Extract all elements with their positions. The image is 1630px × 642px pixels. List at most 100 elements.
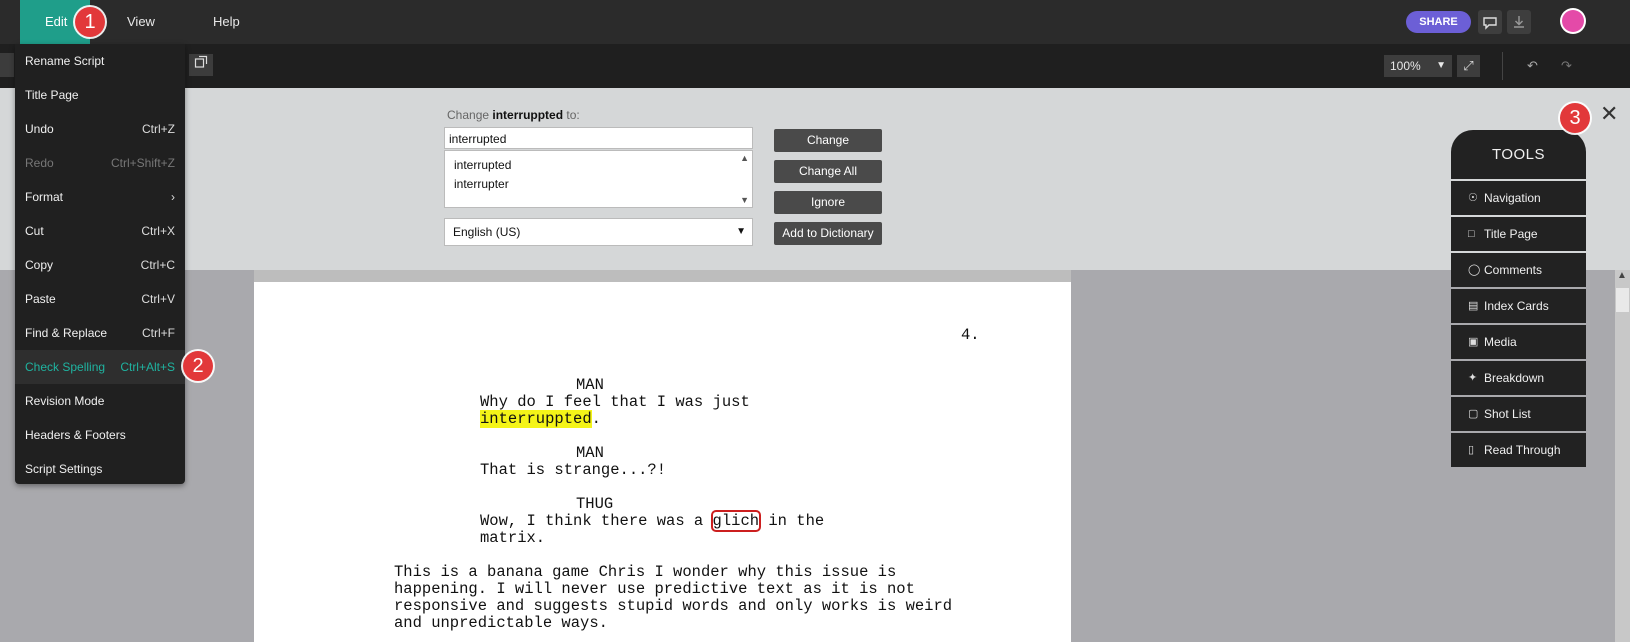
tool-label: Shot List: [1484, 407, 1531, 421]
replacement-input[interactable]: interrupted: [444, 127, 753, 149]
wand-icon: ✦: [1468, 372, 1478, 384]
menu-item-label: Revision Mode: [25, 394, 105, 408]
frame-icon: ▢: [1468, 408, 1479, 420]
menu-item-paste[interactable]: Paste Ctrl+V: [15, 282, 185, 316]
undo-icon[interactable]: ↶: [1527, 58, 1538, 74]
compass-icon: ☉: [1468, 192, 1478, 204]
action-line: responsive and suggests stupid words and…: [394, 597, 953, 615]
tool-media[interactable]: ▣ Media: [1451, 325, 1586, 359]
menu-item-headers-footers[interactable]: Headers & Footers: [15, 418, 185, 452]
menu-item-label: Undo: [25, 122, 54, 136]
menu-help[interactable]: Help: [213, 0, 240, 44]
tool-navigation[interactable]: ☉ Navigation: [1451, 181, 1586, 215]
menu-item-rename-script[interactable]: Rename Script: [15, 44, 185, 78]
scrollbar-thumb[interactable]: [1616, 288, 1629, 312]
language-value: English (US): [453, 225, 521, 239]
zoom-select[interactable]: 100% ▼: [1384, 55, 1452, 77]
change-prefix: Change: [447, 108, 490, 122]
scrollbar[interactable]: [1615, 270, 1630, 642]
flagged-misspelling[interactable]: glich: [710, 510, 762, 532]
step-badge-3: 3: [1560, 103, 1590, 133]
menu-item-copy[interactable]: Copy Ctrl+C: [15, 248, 185, 282]
scroll-up-icon[interactable]: ▲: [1617, 270, 1627, 281]
menu-item-shortcut: Ctrl+Shift+Z: [110, 156, 175, 170]
menu-item-script-settings[interactable]: Script Settings: [15, 452, 185, 486]
menu-item-label: Copy: [25, 258, 54, 272]
dialogue-text: in the: [759, 512, 825, 530]
menu-item-undo[interactable]: Undo Ctrl+Z: [15, 112, 185, 146]
menu-item-label: Find & Replace: [25, 326, 108, 340]
dialogue-line: matrix.: [480, 529, 546, 547]
tool-comments[interactable]: ◯ Comments: [1451, 253, 1586, 287]
scroll-down-icon[interactable]: ▼: [740, 195, 749, 205]
menu-item-find-replace[interactable]: Find & Replace Ctrl+F: [15, 316, 185, 350]
tools-panel: TOOLS ☉ Navigation □ Title Page ◯ Comments …: [1451, 130, 1586, 469]
ignore-button[interactable]: Ignore: [774, 191, 882, 214]
step-badge-2: 2: [183, 351, 213, 381]
spellcheck-prompt: Change interruppted to:: [447, 108, 580, 122]
menu-item-cut[interactable]: Cut Ctrl+X: [15, 214, 185, 248]
tool-shot-list[interactable]: ▢ Shot List: [1451, 397, 1586, 431]
popout-icon[interactable]: [189, 54, 213, 76]
menu-item-format[interactable]: Format ›: [15, 180, 185, 214]
avatar[interactable]: [1562, 10, 1584, 32]
edit-menu: Rename Script Title Page Undo Ctrl+Z Redo…: [15, 44, 185, 484]
action-line: and unpredictable ways.: [394, 614, 608, 632]
suggestions-list[interactable]: interrupted interrupter ▲ ▼: [444, 150, 753, 208]
page-number: 4.: [961, 326, 980, 344]
phone-icon: ▯: [1468, 444, 1475, 456]
menu-item-label: Script Settings: [25, 462, 103, 476]
menu-item-revision-mode[interactable]: Revision Mode: [15, 384, 185, 418]
change-button[interactable]: Change: [774, 129, 882, 152]
language-select[interactable]: English (US) ▼: [444, 218, 753, 246]
menu-item-check-spelling[interactable]: Check Spelling Ctrl+Alt+S: [15, 350, 185, 384]
menu-item-shortcut: Ctrl+Z: [142, 122, 175, 136]
menu-item-shortcut: Ctrl+F: [142, 326, 175, 340]
menu-bar: [0, 0, 1630, 44]
tool-label: Comments: [1484, 263, 1543, 277]
tool-title-page[interactable]: □ Title Page: [1451, 217, 1586, 251]
dialogue-text: Wow, I think there was a: [480, 512, 713, 530]
action-line: happening. I will never use predictive t…: [394, 580, 915, 598]
comment-icon[interactable]: [1478, 10, 1502, 34]
change-all-button[interactable]: Change All: [774, 160, 882, 183]
share-button[interactable]: SHARE: [1406, 11, 1471, 33]
menu-item-title-page[interactable]: Title Page: [15, 78, 185, 112]
tool-label: Index Cards: [1484, 299, 1549, 313]
menu-item-redo[interactable]: Redo Ctrl+Shift+Z: [15, 146, 185, 180]
chevron-down-icon: ▼: [736, 226, 746, 237]
tool-label: Breakdown: [1484, 371, 1545, 385]
tool-label: Navigation: [1484, 191, 1541, 205]
character-name: MAN: [576, 376, 604, 394]
redo-icon[interactable]: ↷: [1561, 58, 1572, 74]
menu-item-label: Rename Script: [25, 54, 105, 68]
menu-item-label: Headers & Footers: [25, 428, 126, 442]
tool-read-through[interactable]: ▯ Read Through: [1451, 433, 1586, 467]
menu-item-label: Redo: [25, 156, 54, 170]
toolbar-divider: [1502, 52, 1503, 80]
highlighted-misspelling[interactable]: interruppted: [480, 410, 592, 428]
misspelled-word: interruppted: [492, 108, 564, 122]
tool-index-cards[interactable]: ▤ Index Cards: [1451, 289, 1586, 323]
scroll-up-icon[interactable]: ▲: [740, 153, 749, 163]
suggestion-item[interactable]: interrupter: [454, 177, 509, 191]
cards-icon: ▤: [1468, 300, 1479, 312]
add-to-dictionary-button[interactable]: Add to Dictionary: [774, 222, 882, 245]
expand-icon[interactable]: ⤢: [1457, 55, 1480, 77]
change-suffix: to:: [566, 108, 580, 122]
tool-label: Read Through: [1484, 443, 1561, 457]
chevron-right-icon: ›: [171, 190, 175, 204]
suggestion-item[interactable]: interrupted: [454, 158, 511, 172]
tool-breakdown[interactable]: ✦ Breakdown: [1451, 361, 1586, 395]
tool-label: Media: [1484, 335, 1517, 349]
chevron-down-icon: ▼: [1436, 60, 1446, 71]
dialogue-line: Why do I feel that I was just: [480, 393, 750, 411]
character-name: MAN: [576, 444, 604, 462]
menu-item-shortcut: Ctrl+V: [141, 292, 175, 306]
dialogue-line: interruppted.: [480, 410, 601, 428]
menu-view[interactable]: View: [127, 0, 155, 44]
download-icon[interactable]: [1507, 10, 1531, 34]
step-badge-1: 1: [75, 7, 105, 37]
action-line: This is a banana game Chris I wonder why…: [394, 563, 897, 581]
close-icon[interactable]: ✕: [1600, 101, 1618, 127]
